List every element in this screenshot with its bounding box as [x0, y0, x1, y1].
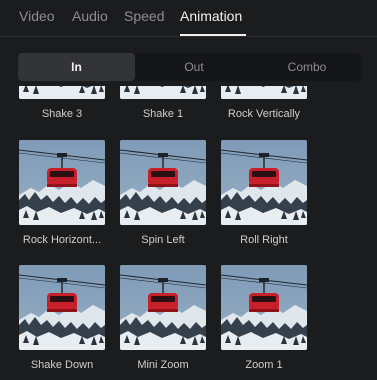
preset-thumbnail	[120, 140, 206, 225]
preset-label: Rock Vertically	[227, 108, 301, 120]
tab-speed[interactable]: Speed	[124, 8, 164, 24]
preset-thumbnail	[120, 86, 206, 99]
tab-video[interactable]: Video	[19, 8, 55, 24]
preset-thumbnail	[221, 265, 307, 350]
preset-tile[interactable]	[120, 86, 206, 99]
tab-audio[interactable]: Audio	[72, 8, 108, 24]
preset-thumbnail	[120, 265, 206, 350]
preset-tile[interactable]	[221, 140, 307, 225]
preset-tile[interactable]	[19, 265, 105, 350]
preset-label: Rock Horizont...	[22, 234, 102, 246]
animation-type-tabs: In Out Combo	[18, 53, 361, 81]
preset-thumbnail	[221, 140, 307, 225]
preset-tile[interactable]	[19, 86, 105, 99]
preset-label: Zoom 1	[245, 359, 283, 371]
preset-tile[interactable]	[221, 265, 307, 350]
preset-label: Shake 1	[142, 108, 184, 120]
subtab-combo[interactable]: Combo	[253, 53, 361, 81]
preset-thumbnail	[19, 140, 105, 225]
preset-label: Roll Right	[240, 234, 288, 246]
top-tab-bar: Video Audio Speed Animation	[0, 0, 377, 37]
active-tab-indicator	[180, 34, 246, 36]
preset-label: Spin Left	[141, 234, 185, 246]
preset-grid: Shake 3 Shake 1 Rock Vertically Rock Hor…	[0, 86, 377, 380]
subtab-in[interactable]: In	[18, 53, 135, 81]
preset-thumbnail	[221, 86, 307, 99]
preset-label: Shake 3	[41, 108, 83, 120]
preset-tile[interactable]	[120, 140, 206, 225]
preset-label: Mini Zoom	[137, 359, 189, 371]
preset-tile[interactable]	[120, 265, 206, 350]
tab-animation[interactable]: Animation	[180, 8, 242, 24]
preset-label: Shake Down	[30, 359, 94, 371]
preset-tile[interactable]	[221, 86, 307, 99]
preset-thumbnail	[19, 265, 105, 350]
subtab-out[interactable]: Out	[135, 53, 253, 81]
preset-thumbnail	[19, 86, 105, 99]
preset-tile[interactable]	[19, 140, 105, 225]
